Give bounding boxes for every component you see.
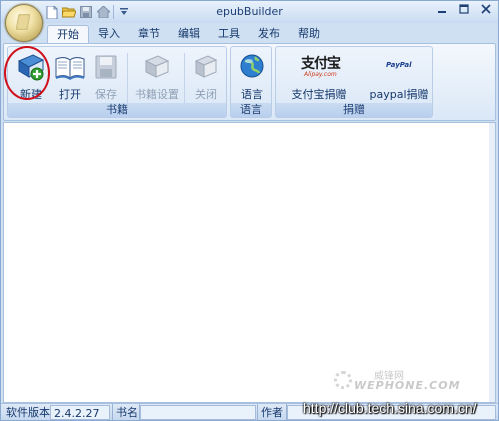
- watermark-line2: WEPHONE.COM: [354, 379, 461, 392]
- bookname-value: [140, 405, 256, 420]
- group-books-label: 书籍: [8, 103, 226, 117]
- alipay-logo-text: 支付宝: [301, 56, 341, 72]
- alipay-logo: 支付宝 Alipay.com: [280, 51, 358, 83]
- open-book-label: 打开: [59, 88, 81, 101]
- ribbon-tabs: 开始 导入 章节 编辑 工具 发布 帮助: [47, 25, 329, 44]
- version-label: 软件版本: [6, 406, 50, 419]
- app-logo-icon: [15, 14, 31, 30]
- tab-import[interactable]: 导入: [89, 25, 129, 43]
- bookname-label: 书名: [112, 404, 140, 420]
- paypal-logo: PayPal: [368, 51, 430, 83]
- window-title: epubBuilder: [216, 5, 283, 18]
- maximize-icon[interactable]: [458, 4, 470, 16]
- watermark: 威锋网 WEPHONE.COM: [334, 367, 474, 397]
- app-window: epubBuilder 开始 导入 章节 编辑 工具 发布 帮助 新建 打开 保…: [0, 0, 499, 421]
- ribbon-panel: 新建 打开 保存 书籍设置 关闭 书籍 语言 语言 支付宝 Alipay.com…: [3, 43, 496, 121]
- book-settings-button[interactable]: 书籍设置: [132, 51, 182, 103]
- globe-icon: [236, 51, 268, 83]
- title-bar: epubBuilder: [1, 1, 498, 42]
- tab-tools[interactable]: 工具: [209, 25, 249, 43]
- close-book-button[interactable]: 关闭: [188, 51, 224, 103]
- separator: [184, 53, 185, 103]
- close-book-icon: [190, 51, 222, 83]
- paypal-donate-label: paypal捐赠: [369, 88, 429, 101]
- group-donate-label: 捐赠: [276, 103, 432, 117]
- open-book-button[interactable]: 打开: [52, 51, 88, 103]
- close-icon[interactable]: [480, 4, 492, 16]
- vertical-scrollbar[interactable]: [489, 123, 495, 402]
- highlight-circle: [4, 46, 50, 100]
- window-controls: [436, 4, 492, 16]
- source-url-overlay: http://club.tech.sina.com.cn/: [303, 400, 477, 416]
- tab-chapter[interactable]: 章节: [129, 25, 169, 43]
- separator: [127, 53, 128, 103]
- language-label: 语言: [241, 88, 263, 101]
- group-language: 语言 语言: [230, 46, 272, 118]
- alipay-donate-button[interactable]: 支付宝 Alipay.com 支付宝捐赠: [280, 51, 358, 103]
- save-book-label: 保存: [95, 88, 117, 101]
- book-settings-label: 书籍设置: [135, 88, 179, 101]
- tab-start[interactable]: 开始: [47, 25, 89, 44]
- group-donate: 支付宝 Alipay.com 支付宝捐赠 PayPal paypal捐赠 捐赠: [275, 46, 433, 118]
- book-settings-icon: [141, 51, 173, 83]
- watermark-flower-icon: [334, 371, 352, 389]
- save-book-button[interactable]: 保存: [88, 51, 124, 103]
- document-area[interactable]: [3, 122, 496, 403]
- language-button[interactable]: 语言: [233, 51, 271, 113]
- minimize-icon[interactable]: [436, 4, 448, 16]
- tab-publish[interactable]: 发布: [249, 25, 289, 43]
- open-book-icon: [54, 51, 86, 83]
- close-book-label: 关闭: [195, 88, 217, 101]
- version-value: 2.4.2.27: [50, 405, 110, 420]
- tab-help[interactable]: 帮助: [289, 25, 329, 43]
- author-label: 作者: [257, 404, 287, 420]
- alipay-donate-label: 支付宝捐赠: [291, 88, 347, 101]
- tab-edit[interactable]: 编辑: [169, 25, 209, 43]
- paypal-logo-text: PayPal: [386, 61, 412, 69]
- save-icon: [90, 51, 122, 83]
- alipay-logo-subtext: Alipay.com: [304, 71, 337, 78]
- app-menu-button[interactable]: [5, 4, 43, 42]
- group-language-label: 语言: [231, 103, 271, 117]
- paypal-donate-button[interactable]: PayPal paypal捐赠: [368, 51, 430, 103]
